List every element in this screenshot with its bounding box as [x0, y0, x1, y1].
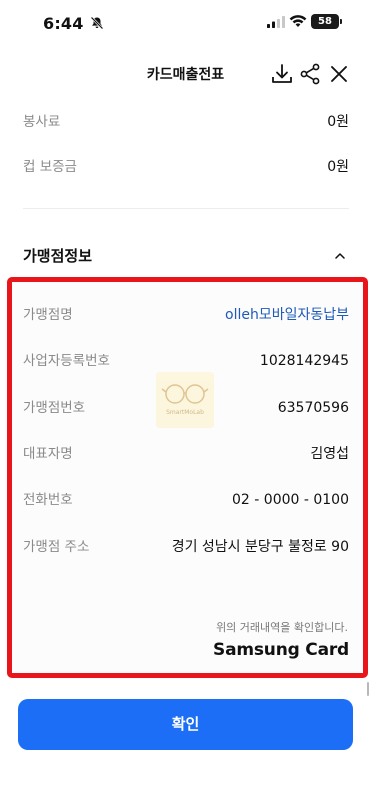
share-icon[interactable] — [298, 62, 322, 86]
address-value: 경기 성남시 분당구 불정로 90 — [171, 539, 349, 555]
wifi-icon — [289, 15, 307, 27]
receipt-header: 카드매출전표 — [0, 52, 371, 96]
address-label: 가맹점 주소 — [23, 539, 90, 555]
divider — [23, 208, 349, 209]
representative-row: 대표자명 김영섭 — [23, 442, 349, 466]
close-icon[interactable] — [327, 62, 351, 86]
address-row: 가맹점 주소 경기 성남시 분당구 불정로 90 — [23, 535, 349, 559]
merchant-name-label: 가맹점명 — [23, 307, 73, 323]
status-bar: 6:44 58 — [0, 0, 371, 46]
merchant-number-value: 63570596 — [277, 400, 349, 416]
merchant-info-highlight — [7, 277, 368, 678]
merchant-number-label: 가맹점번호 — [23, 400, 86, 416]
status-time: 6:44 — [43, 14, 84, 33]
download-icon[interactable] — [270, 62, 294, 86]
service-charge-value: 0원 — [327, 114, 349, 130]
battery-icon: 58 — [311, 14, 342, 29]
bottom-safe-area — [0, 760, 371, 800]
chevron-up-icon[interactable] — [333, 249, 347, 263]
bell-slash-icon — [90, 16, 104, 30]
confirm-button[interactable]: 확인 — [18, 699, 353, 750]
merchant-section-title: 가맹점정보 — [23, 247, 93, 265]
representative-label: 대표자명 — [23, 446, 73, 462]
phone-value: 02 - 0000 - 0100 — [232, 492, 349, 508]
business-number-label: 사업자등록번호 — [23, 353, 110, 369]
service-charge-row: 봉사료 0원 — [23, 110, 349, 134]
brand-name: Samsung Card — [213, 640, 349, 660]
business-number-row: 사업자등록번호 1028142945 — [23, 349, 349, 373]
scrollbar[interactable] — [367, 682, 369, 696]
service-charge-label: 봉사료 — [23, 114, 61, 130]
confirm-note: 위의 거래내역을 확인합니다. — [216, 621, 348, 634]
signal-icon — [267, 16, 285, 28]
merchant-name-value[interactable]: olleh모바일자동납부 — [225, 303, 349, 327]
merchant-number-row: 가맹점번호 63570596 — [23, 396, 349, 420]
business-number-value: 1028142945 — [259, 353, 349, 369]
phone-label: 전화번호 — [23, 492, 73, 508]
merchant-name-row: 가맹점명 olleh모바일자동납부 — [23, 303, 349, 327]
cup-deposit-row: 컵 보증금 0원 — [23, 155, 349, 179]
phone-row: 전화번호 02 - 0000 - 0100 — [23, 488, 349, 512]
cup-deposit-value: 0원 — [327, 159, 349, 175]
representative-value: 김영섭 — [310, 446, 349, 462]
cup-deposit-label: 컵 보증금 — [23, 159, 77, 175]
